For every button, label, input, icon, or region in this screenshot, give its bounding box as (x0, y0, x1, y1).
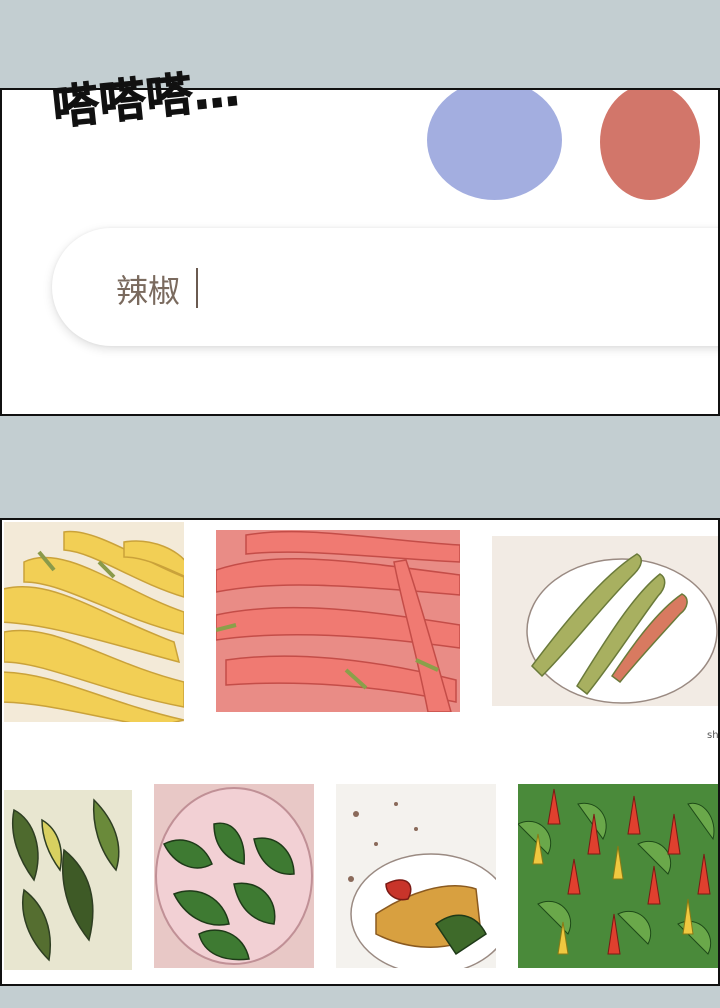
result-image-peppers-on-plate[interactable] (492, 536, 718, 706)
text-caret (196, 268, 198, 308)
comic-panel-results: shi (0, 518, 720, 986)
comic-panel-search: 辣椒 (0, 88, 720, 416)
result-image-green-peppers-bowl[interactable] (154, 784, 314, 968)
image-source-caption: shi (707, 730, 720, 741)
search-input[interactable]: 辣椒 (116, 266, 180, 312)
result-image-yellow-peppers[interactable] (4, 522, 184, 722)
search-bar[interactable]: 辣椒 (52, 228, 718, 346)
blue-app-circle (427, 90, 562, 200)
result-image-red-peppers[interactable] (216, 530, 460, 712)
result-image-pepper-dish[interactable] (336, 784, 496, 968)
result-image-peppers-on-plant[interactable] (4, 790, 132, 970)
result-image-chili-plants[interactable] (518, 784, 718, 968)
red-app-circle (600, 90, 700, 200)
